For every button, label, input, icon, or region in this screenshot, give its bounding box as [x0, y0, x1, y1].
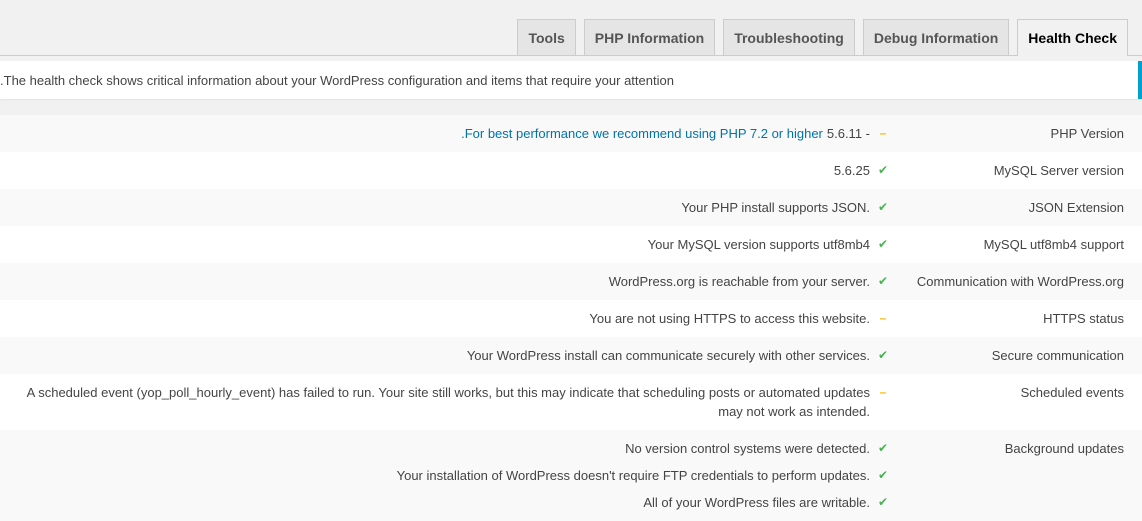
table-row: You are not using HTTPS to access this w… [0, 300, 1142, 337]
notice-text: The health check shows critical informat… [0, 72, 674, 88]
status-text: No version control systems were detected… [625, 441, 870, 456]
check-icon: ✔ [877, 468, 889, 482]
status-text: 5.6.11 - [826, 126, 870, 141]
status-item: No version control systems were detected… [20, 439, 890, 458]
table-row: A scheduled event (yop_poll_hourly_event… [0, 374, 1142, 430]
table-row: 5.6.11 - For best performance we recomme… [0, 115, 1142, 152]
row-label: MySQL Server version [993, 163, 1124, 178]
status-text: 5.6.25 [833, 163, 870, 178]
tab-php-information[interactable]: PHP Information [583, 19, 716, 56]
minus-icon: – [879, 311, 887, 325]
status-message: Your WordPress install can communicate s… [467, 346, 870, 365]
status-message: All of your WordPress files are writable… [643, 493, 870, 512]
health-check-table: 5.6.11 - For best performance we recomme… [0, 115, 1142, 521]
table-row: Your PHP install supports JSON. ✔ JSON Ext… [0, 189, 1142, 226]
row-label: Communication with WordPress.org [916, 274, 1124, 289]
status-message: WordPress.org is reachable from your ser… [609, 272, 870, 291]
status-text: Your MySQL version supports utf8mb4 [647, 237, 870, 252]
row-value: Your MySQL version supports utf8mb4 ✔ [0, 226, 902, 263]
row-value: Your WordPress install can communicate s… [0, 337, 902, 374]
status-item: Your PHP install supports JSON. ✔ [20, 198, 890, 217]
status-item: All of your WordPress files are writable… [20, 493, 890, 512]
status-text: A scheduled event (yop_poll_hourly_event… [26, 385, 870, 419]
row-label: Background updates [1004, 441, 1124, 456]
status-message: Your PHP install supports JSON. [681, 198, 870, 217]
status-text: Your PHP install supports JSON. [681, 200, 870, 215]
status-message: No version control systems were detected… [625, 439, 870, 458]
row-label: PHP Version [1050, 126, 1124, 141]
status-text: All of your WordPress files are writable… [643, 495, 870, 510]
check-icon: ✔ [877, 237, 889, 251]
row-value: You are not using HTTPS to access this w… [0, 300, 902, 337]
status-item: 5.6.11 - For best performance we recomme… [20, 124, 890, 143]
table-row: No version control systems were detected… [0, 430, 1142, 521]
status-message: 5.6.11 - For best performance we recomme… [461, 124, 870, 143]
status-message: A scheduled event (yop_poll_hourly_event… [20, 383, 870, 421]
tab-bar: Tools PHP Information Troubleshooting De… [517, 19, 1128, 56]
status-text: Your installation of WordPress doesn't r… [396, 468, 870, 483]
table-row: Your MySQL version supports utf8mb4 ✔ MySQ… [0, 226, 1142, 263]
row-label: Scheduled events [1020, 385, 1124, 400]
status-item: You are not using HTTPS to access this w… [20, 309, 890, 328]
status-item: Your MySQL version supports utf8mb4 ✔ [20, 235, 890, 254]
row-value: No version control systems were detected… [0, 430, 902, 521]
status-text: You are not using HTTPS to access this w… [589, 311, 870, 326]
row-label: Secure communication [991, 348, 1124, 363]
status-text: WordPress.org is reachable from your ser… [608, 274, 870, 289]
row-value: 5.6.25 ✔ [0, 152, 902, 189]
row-value: Your PHP install supports JSON. ✔ [0, 189, 902, 226]
table-row: 5.6.25 ✔ MySQL Server version [0, 152, 1142, 189]
status-item: Your WordPress install can communicate s… [20, 346, 890, 365]
check-icon: ✔ [877, 200, 889, 214]
tab-divider [0, 55, 1142, 56]
minus-icon: – [879, 126, 887, 140]
php-recommendation-link[interactable]: For best performance we recommend using … [461, 124, 823, 143]
table-row: WordPress.org is reachable from your ser… [0, 263, 1142, 300]
tab-health-check[interactable]: Health Check [1017, 19, 1128, 56]
row-label: HTTPS status [1043, 311, 1124, 326]
check-icon: ✔ [877, 441, 889, 455]
check-icon: ✔ [877, 274, 889, 288]
row-label: JSON Extension [1028, 200, 1124, 215]
status-item: WordPress.org is reachable from your ser… [20, 272, 890, 291]
check-icon: ✔ [877, 495, 889, 509]
tab-troubleshooting[interactable]: Troubleshooting [723, 19, 855, 56]
info-notice: The health check shows critical informat… [0, 61, 1142, 99]
tab-tools[interactable]: Tools [517, 19, 576, 56]
row-label: MySQL utf8mb4 support [983, 237, 1124, 252]
table-row: Your WordPress install can communicate s… [0, 337, 1142, 374]
row-value: 5.6.11 - For best performance we recomme… [0, 115, 902, 152]
status-message: Your installation of WordPress doesn't r… [397, 466, 870, 485]
status-message: 5.6.25 [834, 161, 870, 180]
row-value: A scheduled event (yop_poll_hourly_event… [0, 374, 902, 430]
status-item: A scheduled event (yop_poll_hourly_event… [20, 383, 890, 421]
status-item: Your installation of WordPress doesn't r… [20, 466, 890, 485]
status-item: 5.6.25 ✔ [20, 161, 890, 180]
row-value: WordPress.org is reachable from your ser… [0, 263, 902, 300]
check-icon: ✔ [877, 348, 889, 362]
status-message: You are not using HTTPS to access this w… [589, 309, 870, 328]
status-message: Your MySQL version supports utf8mb4 [648, 235, 870, 254]
tab-debug-information[interactable]: Debug Information [862, 19, 1010, 56]
status-text: Your WordPress install can communicate s… [466, 348, 870, 363]
check-icon: ✔ [877, 163, 889, 177]
minus-icon: – [879, 385, 887, 399]
